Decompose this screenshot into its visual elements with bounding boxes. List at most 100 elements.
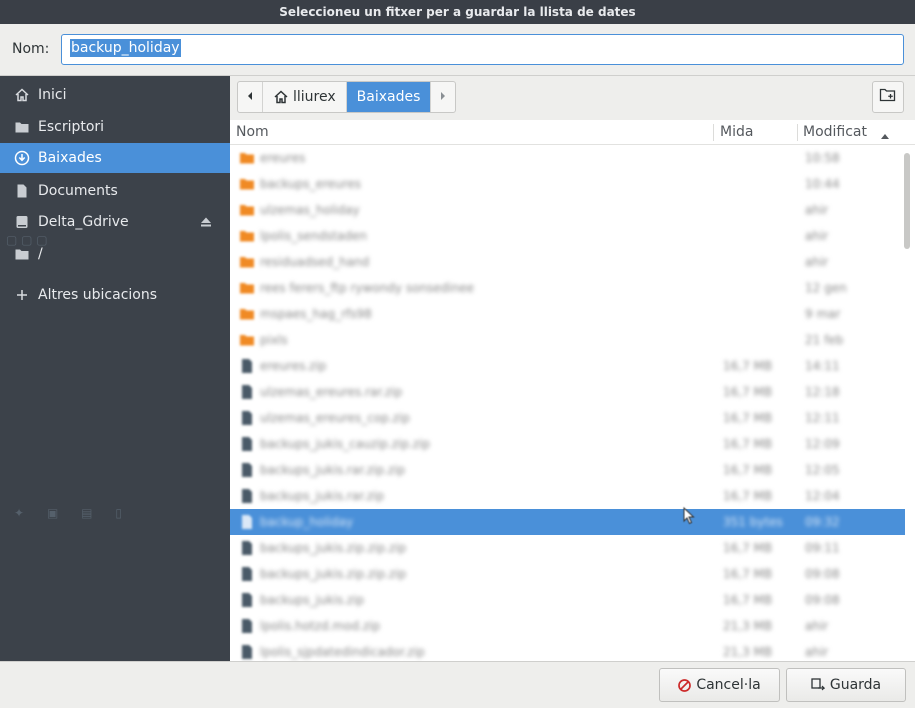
sidebar-item-delta-gdrive[interactable]: Delta_Gdrive bbox=[0, 207, 230, 237]
file-modified: 9 mar bbox=[805, 307, 841, 321]
scrollbar-thumb[interactable] bbox=[904, 153, 910, 249]
file-name: backups_jukis.zip.zip.zip bbox=[260, 567, 407, 581]
breadcrumb: lliurex Baixades bbox=[237, 81, 457, 113]
file-name: lpolis_sjpdatedindicador.zip bbox=[260, 645, 425, 659]
new-folder-button[interactable] bbox=[872, 81, 904, 113]
file-row[interactable]: pixls 21 feb bbox=[230, 327, 905, 353]
file-icon bbox=[239, 384, 255, 400]
drive-icon bbox=[14, 214, 30, 230]
file-row[interactable]: lpolis_sendstaden ahir bbox=[230, 223, 905, 249]
file-row[interactable]: lpolis_sjpdatedindicador.zip 21,3 MB ahir bbox=[230, 639, 905, 661]
file-row[interactable]: ulzemas_holiday ahir bbox=[230, 197, 905, 223]
home-icon bbox=[14, 87, 30, 103]
folder-icon bbox=[239, 280, 255, 296]
file-list: ereures 10:58 backups_ereures 10:44 ulzemas_… bbox=[230, 145, 905, 661]
sidebar-item-escriptori[interactable]: Escriptori bbox=[0, 112, 230, 142]
document-icon bbox=[14, 183, 30, 199]
file-size: 351 bytes bbox=[723, 515, 783, 529]
file-name: ulzemas_ereures.rar.zip bbox=[260, 385, 403, 399]
cancel-icon bbox=[678, 678, 692, 692]
folder-icon bbox=[14, 119, 30, 135]
column-header: Nom Mida Modificat bbox=[230, 120, 915, 145]
file-name: backups_jukis.rar.zip bbox=[260, 489, 385, 503]
file-row[interactable]: backups_jukis.rar.zip.zip 16,7 MB 12:05 bbox=[230, 457, 905, 483]
sidebar-item-label: Baixades bbox=[38, 150, 102, 166]
file-modified: 21 feb bbox=[805, 333, 844, 347]
file-name: backups_jukis.zip bbox=[260, 593, 365, 607]
save-button[interactable]: Guarda bbox=[786, 668, 906, 702]
name-bar: Nom: backup_holiday bbox=[0, 24, 915, 76]
file-name: backups_jukis_cauzip.zip.zip bbox=[260, 437, 431, 451]
file-row[interactable]: backups_ereures 10:44 bbox=[230, 171, 905, 197]
cancel-label: Cancel·la bbox=[696, 677, 761, 693]
file-modified: ahir bbox=[805, 645, 829, 659]
save-label: Guarda bbox=[829, 677, 882, 693]
file-row[interactable]: backups_jukis.zip 16,7 MB 09:08 bbox=[230, 587, 905, 613]
path-home-button[interactable]: lliurex bbox=[263, 82, 347, 112]
file-row[interactable]: residuadsed_hand ahir bbox=[230, 249, 905, 275]
sidebar-item-baixades[interactable]: Baixades bbox=[0, 143, 230, 173]
file-name: backups_ereures bbox=[260, 177, 361, 191]
sidebar-item-root[interactable]: / bbox=[0, 239, 230, 269]
folder-icon bbox=[239, 306, 255, 322]
file-row[interactable]: rees ferers_ftp rywondy sonsedinee 12 gen bbox=[230, 275, 905, 301]
file-modified: ahir bbox=[805, 203, 829, 217]
file-row[interactable]: ulzemas_ereures.rar.zip 16,7 MB 12:18 bbox=[230, 379, 905, 405]
path-current-label: Baixades bbox=[356, 89, 421, 105]
path-current-button[interactable]: Baixades bbox=[346, 82, 432, 112]
path-back-button[interactable] bbox=[238, 82, 263, 112]
cancel-button[interactable]: Cancel·la bbox=[659, 668, 780, 702]
file-icon bbox=[239, 462, 255, 478]
file-size: 16,7 MB bbox=[723, 489, 773, 503]
file-name: lpolis.hotzd.mod.zip bbox=[260, 619, 381, 633]
folder-icon bbox=[239, 176, 255, 192]
file-row[interactable]: backups_jukis.zip.zip.zip 16,7 MB 09:08 bbox=[230, 561, 905, 587]
column-modified[interactable]: Modificat bbox=[803, 124, 867, 140]
file-size: 16,7 MB bbox=[723, 567, 773, 581]
file-size: 16,7 MB bbox=[723, 437, 773, 451]
file-row[interactable]: mspaes_hag_rfs98 9 mar bbox=[230, 301, 905, 327]
sidebar-item-altres-ubicacions[interactable]: Altres ubicacions bbox=[0, 280, 230, 310]
sidebar-item-documents[interactable]: Documents bbox=[0, 176, 230, 206]
column-name[interactable]: Nom bbox=[236, 124, 269, 140]
ghost-toolbar: ✦ ▣ ▤ ▯ bbox=[14, 506, 122, 520]
path-forward-button[interactable] bbox=[431, 82, 455, 112]
column-size[interactable]: Mida bbox=[720, 124, 753, 140]
file-row[interactable]: backup_holiday 351 bytes 09:32 bbox=[230, 509, 905, 535]
file-row[interactable]: backups_jukis_cauzip.zip.zip 16,7 MB 12:09 bbox=[230, 431, 905, 457]
folder-icon bbox=[239, 254, 255, 270]
scrollbar[interactable] bbox=[903, 145, 911, 661]
folder-icon bbox=[239, 332, 255, 348]
file-row[interactable]: lpolis.hotzd.mod.zip 21,3 MB ahir bbox=[230, 613, 905, 639]
filename-input[interactable]: backup_holiday bbox=[61, 34, 904, 65]
name-label: Nom: bbox=[12, 41, 50, 57]
file-icon bbox=[239, 592, 255, 608]
file-modified: 09:11 bbox=[805, 541, 840, 555]
file-row[interactable]: backups_jukis.rar.zip 16,7 MB 12:04 bbox=[230, 483, 905, 509]
file-icon bbox=[239, 488, 255, 504]
window-title: Seleccioneu un fitxer per a guardar la l… bbox=[0, 0, 915, 24]
file-modified: 12:04 bbox=[805, 489, 840, 503]
plus-icon bbox=[14, 287, 30, 303]
file-name: ereures.zip bbox=[260, 359, 327, 373]
new-folder-icon bbox=[879, 87, 897, 107]
sidebar-item-label: Delta_Gdrive bbox=[38, 214, 129, 230]
eject-icon[interactable] bbox=[200, 216, 212, 232]
file-row[interactable]: ereures 10:58 bbox=[230, 145, 905, 171]
folder-icon bbox=[239, 202, 255, 218]
file-row[interactable]: ulzemas_ereures_cop.zip 16,7 MB 12:11 bbox=[230, 405, 905, 431]
file-modified: ahir bbox=[805, 255, 829, 269]
sidebar-item-label: / bbox=[38, 246, 43, 262]
file-modified: 12:09 bbox=[805, 437, 840, 451]
file-icon bbox=[239, 566, 255, 582]
file-modified: 09:08 bbox=[805, 567, 840, 581]
file-row[interactable]: backups_jukis.zip.zip.zip 16,7 MB 09:11 bbox=[230, 535, 905, 561]
file-name: residuadsed_hand bbox=[260, 255, 370, 269]
file-icon bbox=[239, 514, 255, 530]
sidebar-item-inici[interactable]: Inici bbox=[0, 80, 230, 110]
file-icon bbox=[239, 644, 255, 660]
file-modified: 09:32 bbox=[805, 515, 840, 529]
file-row[interactable]: ereures.zip 16,7 MB 14:11 bbox=[230, 353, 905, 379]
file-name: backups_jukis.zip.zip.zip bbox=[260, 541, 407, 555]
file-name: mspaes_hag_rfs98 bbox=[260, 307, 372, 321]
